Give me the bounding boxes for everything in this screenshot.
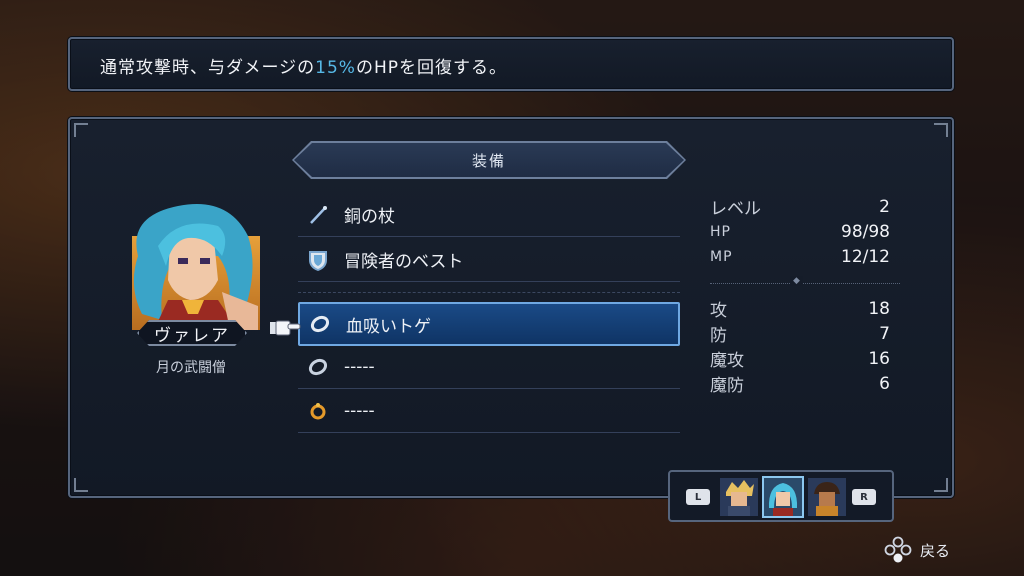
stat-magic-attack: 魔攻 16 xyxy=(710,348,890,372)
item-description: 通常攻撃時、与ダメージの15%のHPを回復する。 xyxy=(100,58,507,78)
item-description-panel: 通常攻撃時、与ダメージの15%のHPを回復する。 xyxy=(68,37,954,91)
equip-slot-label: ----- xyxy=(344,356,375,377)
stat-divider xyxy=(710,276,900,286)
stat-hp: HP 98/98 xyxy=(710,221,890,242)
stat-attack: 攻 18 xyxy=(710,298,890,322)
character-portrait xyxy=(132,204,260,330)
ring-icon xyxy=(306,310,334,338)
corner-ornament xyxy=(74,478,88,492)
party-member-portrait-2[interactable] xyxy=(762,476,804,518)
stat-defense: 防7 xyxy=(710,323,890,347)
pointer-hand-icon xyxy=(270,320,301,336)
armor-icon xyxy=(304,246,332,274)
back-hint[interactable]: 戻る xyxy=(884,536,950,564)
party-switcher: L R xyxy=(668,470,894,522)
next-character-button[interactable]: R xyxy=(852,489,876,505)
party-member-portrait-1[interactable] xyxy=(720,478,758,516)
character-class: 月の武闘僧 xyxy=(156,360,226,376)
stat-level: レベル 2 xyxy=(710,196,890,220)
highlight-value: 15% xyxy=(315,58,356,78)
corner-ornament xyxy=(934,123,948,137)
staff-icon xyxy=(304,201,332,229)
stat-mp: MP 12/12 xyxy=(710,246,890,267)
slot-divider xyxy=(298,292,680,293)
party-member-portrait-3[interactable] xyxy=(808,478,846,516)
equip-slot-armor[interactable]: 冒険者のベスト xyxy=(298,238,680,282)
corner-ornament xyxy=(74,123,88,137)
equipment-panel: ヴァレア 月の武闘僧 装備 銅の杖 冒険者のベスト 血吸いトゲ ----- --… xyxy=(68,117,954,498)
amulet-icon xyxy=(304,397,332,425)
back-label: 戻る xyxy=(920,541,951,560)
stat-magic-defense: 魔防 6 xyxy=(710,373,890,397)
equip-slot-label: 冒険者のベスト xyxy=(344,252,464,272)
equip-header: 装備 xyxy=(294,143,684,177)
face-buttons-icon xyxy=(884,536,912,563)
equip-slot-label: 銅の杖 xyxy=(344,207,395,227)
stats-panel: レベル2 HP98/98 MP12/12 攻18 防7 魔攻16 魔防6 xyxy=(710,194,900,397)
equip-slot-accessory-2[interactable]: ----- xyxy=(298,345,680,389)
corner-ornament xyxy=(934,478,948,492)
prev-character-button[interactable]: L xyxy=(686,489,710,505)
equip-slot-weapon[interactable]: 銅の杖 xyxy=(298,193,680,237)
equip-slot-label: ----- xyxy=(344,400,375,421)
ring-icon xyxy=(304,353,332,381)
equip-slot-accessory-3[interactable]: ----- xyxy=(298,389,680,433)
equip-slot-accessory-1[interactable]: 血吸いトゲ xyxy=(298,302,680,346)
character-name: ヴァレア xyxy=(137,320,247,346)
equip-slot-label: 血吸いトゲ xyxy=(346,316,431,337)
